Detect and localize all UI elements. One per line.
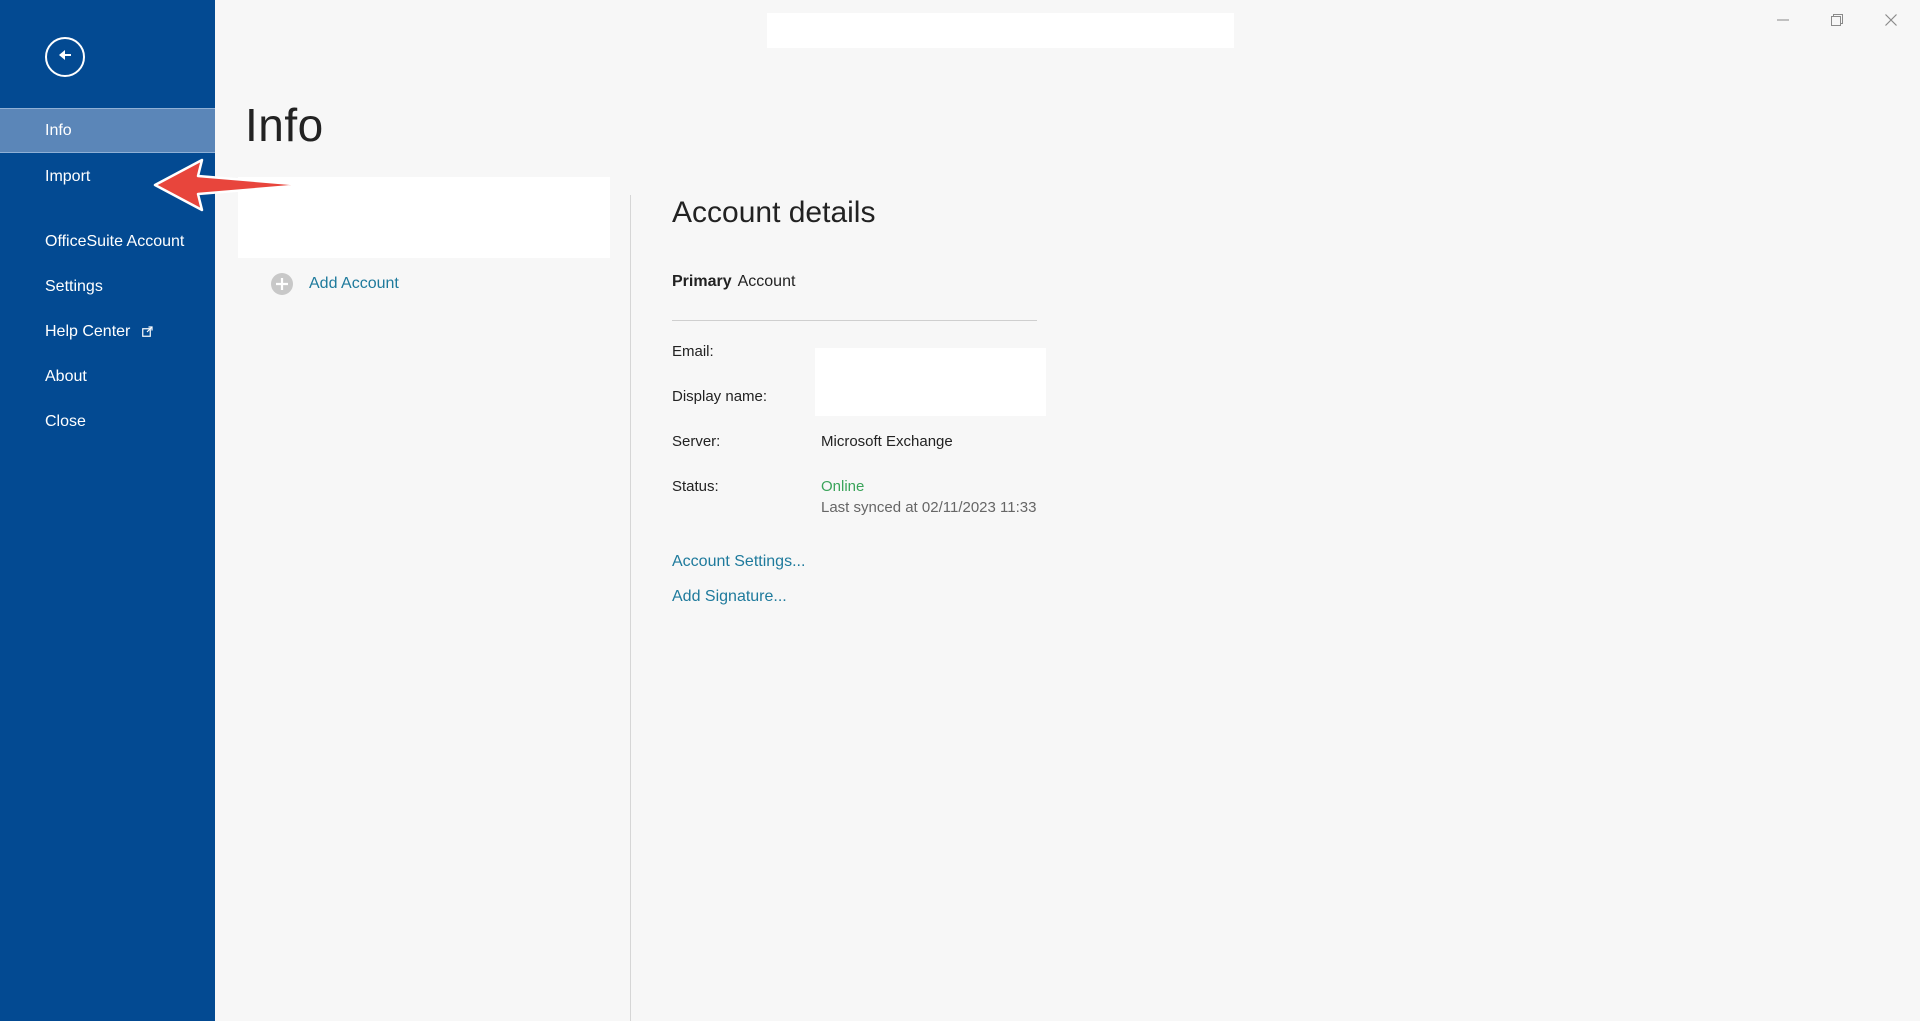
sidebar-item-label: Import bbox=[45, 167, 91, 185]
primary-rest-label: Account bbox=[737, 273, 796, 290]
add-signature-link[interactable]: Add Signature... bbox=[672, 588, 787, 606]
add-account-button[interactable]: Add Account bbox=[270, 272, 399, 296]
sidebar-item-label: Info bbox=[45, 121, 72, 139]
close-icon bbox=[1884, 13, 1898, 32]
add-account-label: Add Account bbox=[309, 275, 399, 292]
account-settings-link[interactable]: Account Settings... bbox=[672, 553, 805, 571]
external-link-icon bbox=[142, 326, 153, 337]
sidebar: Info Import OfficeSuite Account Settings… bbox=[0, 0, 215, 1021]
column-divider bbox=[630, 195, 631, 1021]
page-title: Info bbox=[245, 99, 324, 151]
close-window-button[interactable] bbox=[1871, 10, 1911, 34]
arrow-left-icon bbox=[55, 45, 75, 70]
status-value: Online bbox=[821, 478, 865, 495]
sidebar-item-about[interactable]: About bbox=[0, 354, 215, 399]
sidebar-item-officesuite-account[interactable]: OfficeSuite Account bbox=[0, 219, 215, 264]
primary-account-label: Primary Account bbox=[672, 273, 795, 291]
status-label: Status: bbox=[672, 478, 719, 495]
sidebar-item-close[interactable]: Close bbox=[0, 399, 215, 444]
restore-icon bbox=[1830, 13, 1844, 32]
minimize-icon bbox=[1776, 13, 1790, 32]
display-name-label: Display name: bbox=[672, 388, 768, 405]
redacted-email-display-name bbox=[815, 348, 1046, 416]
last-synced-text: Last synced at 02/11/2023 11:33 bbox=[821, 499, 1037, 516]
plus-circle-icon bbox=[270, 272, 294, 296]
sidebar-item-help-center[interactable]: Help Center bbox=[0, 309, 215, 354]
minimize-button[interactable] bbox=[1763, 10, 1803, 34]
sidebar-item-info[interactable]: Info bbox=[0, 108, 215, 153]
back-button[interactable] bbox=[45, 37, 85, 77]
sidebar-item-settings[interactable]: Settings bbox=[0, 264, 215, 309]
annotation-arrow bbox=[150, 155, 310, 220]
sidebar-item-label: Help Center bbox=[45, 322, 131, 340]
account-details-title: Account details bbox=[672, 196, 876, 229]
sidebar-item-label: OfficeSuite Account bbox=[45, 232, 185, 250]
sidebar-item-label: Close bbox=[45, 412, 86, 430]
email-label: Email: bbox=[672, 343, 714, 360]
sidebar-item-label: About bbox=[45, 367, 87, 385]
primary-bold-label: Primary bbox=[672, 273, 732, 290]
server-label: Server: bbox=[672, 433, 721, 450]
sidebar-item-label: Settings bbox=[45, 277, 103, 295]
redacted-window-title bbox=[767, 13, 1234, 48]
server-value: Microsoft Exchange bbox=[821, 433, 953, 450]
restore-button[interactable] bbox=[1817, 10, 1857, 34]
details-divider bbox=[672, 320, 1037, 321]
